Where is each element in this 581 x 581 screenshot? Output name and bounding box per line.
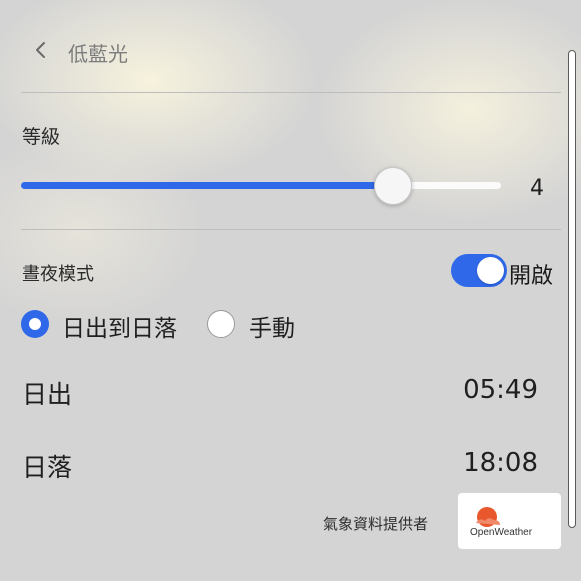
sunset-time: 18:08	[463, 448, 538, 478]
radio-manual[interactable]	[207, 310, 235, 338]
openweather-logo-text: OpenWeather	[470, 527, 533, 538]
sunset-label: 日落	[22, 453, 73, 482]
level-value: 4	[530, 176, 544, 201]
chevron-left-icon	[36, 42, 45, 58]
day-night-mode-label: 晝夜模式	[22, 264, 94, 285]
radio-label-manual[interactable]: 手動	[249, 309, 295, 343]
openweather-logo[interactable]: OpenWeather	[458, 493, 561, 549]
divider	[21, 92, 561, 93]
sunrise-label: 日出	[22, 380, 73, 409]
weather-provider-label: 氣象資料提供者	[323, 515, 429, 533]
toggle-knob	[477, 257, 504, 284]
level-label: 等級	[22, 126, 61, 148]
divider	[21, 229, 561, 230]
radio-label-sunrise-to-sunset[interactable]: 日出到日落	[62, 309, 177, 343]
page-title: 低藍光	[68, 42, 128, 66]
openweather-logo-icon: OpenWeather	[470, 507, 533, 538]
slider-fill	[21, 182, 393, 189]
toggle-state-label: 開啟	[509, 264, 554, 289]
radio-sunrise-to-sunset[interactable]	[21, 310, 49, 338]
level-slider[interactable]	[21, 166, 501, 206]
slider-thumb[interactable]	[374, 167, 412, 205]
scrollbar[interactable]	[568, 50, 576, 528]
day-night-toggle[interactable]	[451, 254, 507, 287]
back-button[interactable]	[30, 38, 52, 62]
sunrise-time: 05:49	[463, 375, 538, 405]
